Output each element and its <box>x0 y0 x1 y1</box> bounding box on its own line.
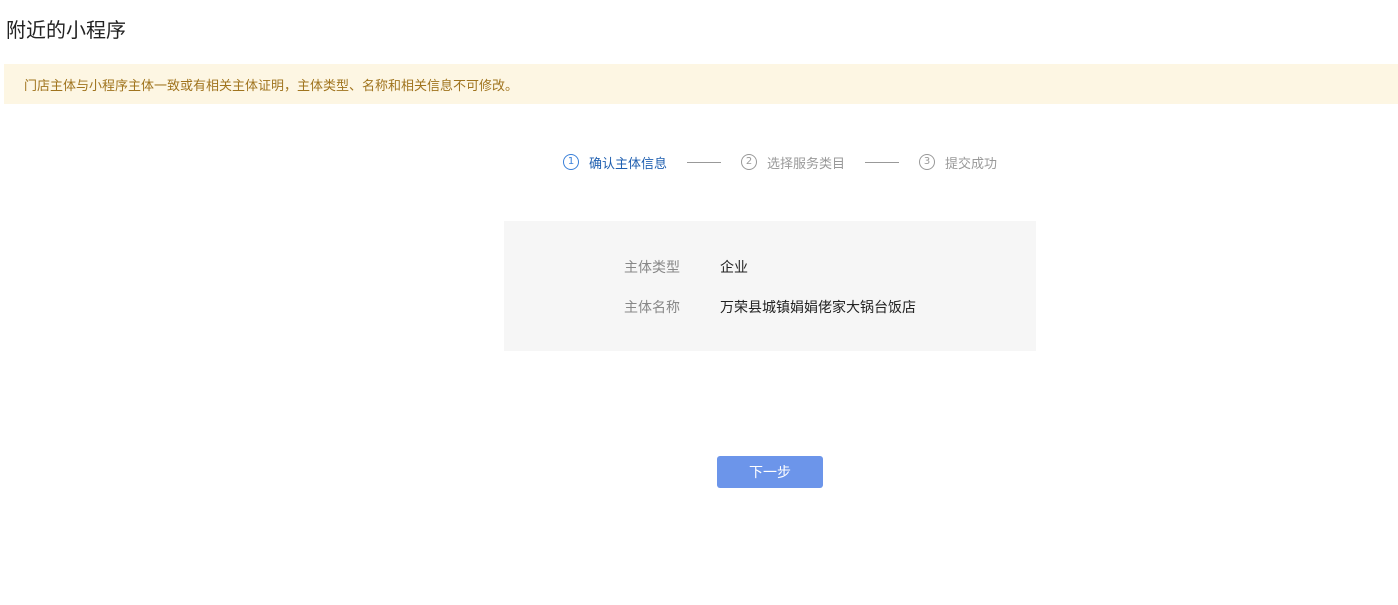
step-1: 1 确认主体信息 <box>563 153 667 172</box>
step-1-number: 1 <box>563 154 579 170</box>
step-2: 2 选择服务类目 <box>741 153 845 172</box>
page: 附近的小程序 门店主体与小程序主体一致或有相关主体证明，主体类型、名称和相关信息… <box>0 0 1398 605</box>
step-2-label: 选择服务类目 <box>767 156 846 172</box>
entity-type-label: 主体类型 <box>624 260 680 276</box>
step-separator <box>687 161 722 163</box>
entity-name-value: 万荣县城镇娟娟佬家大锅台饭店 <box>720 300 916 316</box>
step-3-label: 提交成功 <box>945 156 998 172</box>
step-separator <box>865 161 900 163</box>
notice-text: 门店主体与小程序主体一致或有相关主体证明，主体类型、名称和相关信息不可修改。 <box>24 78 519 94</box>
step-indicator: 1 确认主体信息 2 选择服务类目 3 提交成功 <box>563 152 997 172</box>
entity-info-panel: 主体类型 企业 主体名称 万荣县城镇娟娟佬家大锅台饭店 <box>504 221 1036 351</box>
step-3: 3 提交成功 <box>919 153 997 172</box>
next-step-button[interactable]: 下一步 <box>717 456 823 488</box>
page-title: 附近的小程序 <box>6 18 126 42</box>
entity-type-value: 企业 <box>720 260 748 276</box>
entity-name-row: 主体名称 万荣县城镇娟娟佬家大锅台饭店 <box>624 297 916 317</box>
step-3-number: 3 <box>919 154 936 170</box>
step-1-label: 确认主体信息 <box>589 156 668 172</box>
entity-type-row: 主体类型 企业 <box>624 257 748 277</box>
notice-banner: 门店主体与小程序主体一致或有相关主体证明，主体类型、名称和相关信息不可修改。 <box>4 64 1398 104</box>
entity-name-label: 主体名称 <box>624 300 680 316</box>
step-2-number: 2 <box>741 154 758 170</box>
